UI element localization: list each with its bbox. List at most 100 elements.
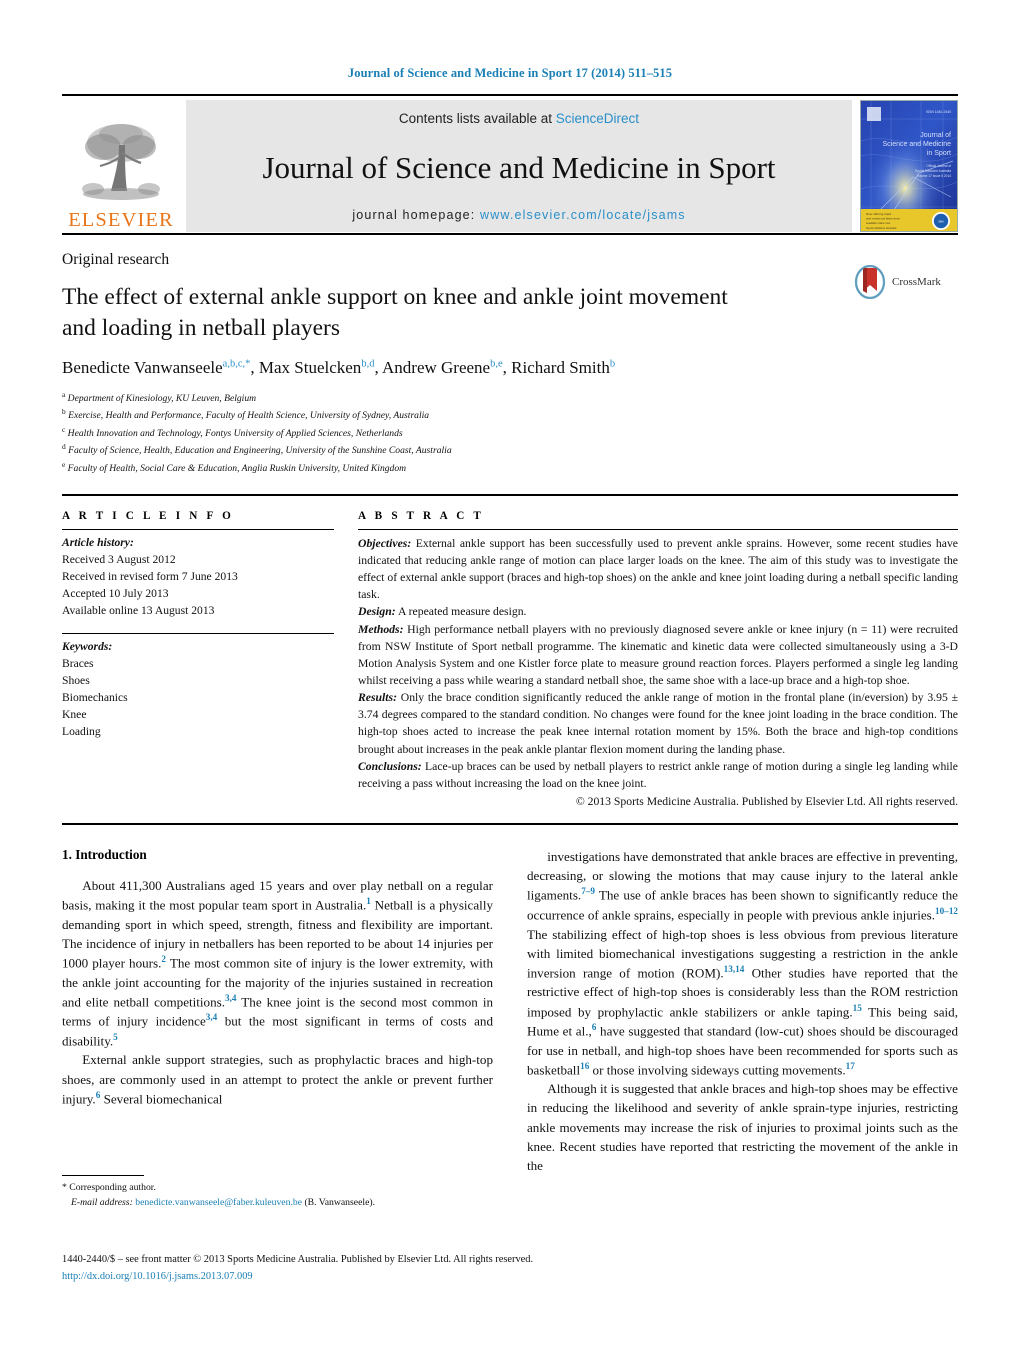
abstract-section-label: Design: [358, 605, 396, 619]
affiliation-item: c Health Innovation and Technology, Font… [62, 424, 403, 439]
body-paragraph: External ankle support strategies, such … [62, 1052, 493, 1107]
citation-ref[interactable]: 6 [592, 1022, 597, 1032]
abstract-heading: A B S T R A C T [358, 509, 485, 522]
article-info-heading: A R T I C L E I N F O [62, 509, 235, 522]
body-paragraph: Although it is suggested that ankle brac… [527, 1081, 958, 1173]
svg-text:SMA: SMA [938, 220, 944, 224]
abstract-section-label: Conclusions: [358, 759, 422, 773]
affiliation-item: e Faculty of Health, Social Care & Educa… [62, 459, 407, 474]
abstract-section-label: Results: [358, 691, 397, 705]
abstract-section: Methods: High performance netball player… [358, 622, 958, 687]
email-suffix: (B. Vanwanseele). [304, 1196, 376, 1208]
paper-page: Journal of Science and Medicine in Sport… [0, 0, 1020, 1351]
section-heading-introduction: 1. Introduction [62, 847, 147, 863]
email-link[interactable]: benedicte.vanwanseele@faber.kuleuven.be [135, 1197, 302, 1208]
citation-ref[interactable]: 16 [580, 1061, 589, 1071]
citation-ref[interactable]: 13,14 [724, 964, 745, 974]
introduction-text-left: About 411,300 Australians aged 15 years … [62, 876, 493, 1108]
keyword-item: Knee [62, 708, 87, 722]
citation-ref[interactable]: 17 [846, 1061, 855, 1071]
corresponding-author-line: * Corresponding author. [62, 1182, 156, 1193]
citation-ref[interactable]: 6 [96, 1090, 101, 1100]
elsevier-logo: ELSEVIER [62, 100, 180, 232]
contents-prefix: Contents lists available at [398, 111, 553, 126]
frontmatter-line: 1440-2440/$ – see front matter © 2013 Sp… [62, 1254, 534, 1265]
running-head: Journal of Science and Medicine in Sport… [347, 66, 673, 80]
abstract-column: A B S T R A C T Objectives: External ank… [358, 510, 958, 810]
journal-title: Journal of Science and Medicine in Sport [262, 149, 776, 185]
abstract-body: Objectives: External ankle support has b… [358, 535, 958, 792]
svg-text:ISSN 1440-2440: ISSN 1440-2440 [926, 110, 951, 114]
corresponding-author-footnote: * Corresponding author. E-mail address: … [62, 1175, 496, 1210]
citation-ref[interactable]: 3,4 [206, 1012, 217, 1022]
affiliation-item: b Exercise, Health and Performance, Facu… [62, 407, 430, 422]
sciencedirect-link[interactable]: ScienceDirect [556, 111, 639, 126]
svg-text:Science and Medicine: Science and Medicine [883, 141, 952, 148]
crossmark-label: CrossMark [892, 276, 941, 288]
abstract-section: Results: Only the brace condition signif… [358, 691, 958, 756]
affiliation-mark: a [62, 390, 66, 400]
email-line: E-mail address: benedicte.vanwanseele@fa… [62, 1196, 496, 1211]
email-label: E-mail address: [71, 1196, 133, 1208]
affiliation-mark: e [62, 459, 66, 469]
footnote-rule [62, 1175, 144, 1176]
article-type-kicker: Original research [62, 251, 170, 268]
crossmark-icon [854, 265, 886, 299]
journal-cover-art: ISSN 1440-2440 Journal of Science and Me… [861, 101, 957, 231]
keyword-item: Loading [62, 725, 101, 739]
article-history-item: Accepted 10 July 2013 [62, 586, 169, 600]
contents-available-line: Contents lists available at ScienceDirec… [399, 111, 639, 126]
citation-ref[interactable]: 15 [853, 1003, 862, 1013]
svg-text:available online now: available online now [866, 221, 890, 225]
article-history-item: Available online 13 August 2013 [62, 603, 215, 617]
abstract-section: Objectives: External ankle support has b… [358, 536, 958, 602]
affiliation-mark: b [62, 407, 66, 417]
article-history-items: Received 3 August 2012 Received in revise… [62, 552, 334, 620]
citation-ref[interactable]: 1 [366, 896, 371, 906]
body-paragraph: investigations have demonstrated that an… [527, 849, 958, 1078]
svg-text:Now offering rapid: Now offering rapid [866, 212, 891, 216]
article-history-label: Article history: [62, 535, 134, 549]
keywords-items: Braces Shoes Biomechanics Knee Loading [62, 656, 334, 741]
svg-text:Journal of: Journal of [920, 132, 951, 139]
body-column-left: 1. Introduction About 411,300 Australian… [62, 847, 493, 1175]
affiliation-list: a Department of Kinesiology, KU Leuven, … [62, 389, 958, 476]
article-title-block: Original research The effect of external… [62, 235, 958, 476]
citation-ref[interactable]: 10–12 [935, 906, 958, 916]
affiliation-item: d Faculty of Science, Health, Education … [62, 442, 452, 457]
svg-text:Official Journal of: Official Journal of [926, 164, 951, 168]
abstract-section-label: Objectives: [358, 536, 412, 550]
article-info-column: A R T I C L E I N F O Article history: R… [62, 510, 358, 810]
svg-text:peer review and faster times: peer review and faster times [866, 217, 900, 221]
keywords-block: Keywords: Braces Shoes Biomechanics Knee Loa… [62, 639, 334, 741]
abstract-bottom-rule [62, 823, 958, 826]
journal-masthead: ELSEVIER Contents lists available at Sci… [62, 94, 958, 232]
elsevier-tree-icon [82, 123, 160, 200]
masthead-panel: Contents lists available at ScienceDirec… [186, 100, 852, 232]
keywords-rule [62, 633, 334, 635]
article-info-rule [62, 528, 334, 530]
svg-text:in Sport: in Sport [927, 150, 951, 157]
keyword-item: Braces [62, 657, 94, 671]
citation-ref[interactable]: 5 [113, 1032, 118, 1042]
homepage-url-link[interactable]: www.elsevier.com/locate/jsams [480, 208, 686, 222]
abstract-section: Design: A repeated measure design. [358, 605, 527, 619]
abstract-section-label: Methods: [358, 622, 404, 636]
author-list: Benedicte Vanwanseelea,b,c,*, Max Stuelc… [62, 358, 616, 378]
citation-ref[interactable]: 2 [161, 954, 166, 964]
citation-ref[interactable]: 7–9 [581, 886, 595, 896]
doi-link[interactable]: http://dx.doi.org/10.1016/j.jsams.2013.0… [62, 1269, 962, 1286]
homepage-prefix: journal homepage: [352, 208, 476, 222]
article-history-item: Received in revised form 7 June 2013 [62, 569, 238, 583]
abstract-section: Conclusions: Lace-up braces can be used … [358, 759, 958, 790]
introduction-text-right: investigations have demonstrated that an… [527, 847, 958, 1175]
abstract-copyright: © 2013 Sports Medicine Australia. Publis… [575, 794, 958, 808]
journal-homepage-line: journal homepage: www.elsevier.com/locat… [352, 208, 685, 222]
affiliation-mark: d [62, 442, 66, 452]
affiliation-mark: c [62, 424, 66, 434]
crossmark-badge[interactable]: CrossMark [853, 265, 958, 299]
svg-text:Sports Medicine Australia: Sports Medicine Australia [915, 169, 951, 173]
citation-ref[interactable]: 3,4 [225, 993, 236, 1003]
article-history-block: Article history: Received 3 August 2012 R… [62, 535, 334, 620]
abstract-rule [358, 528, 958, 530]
